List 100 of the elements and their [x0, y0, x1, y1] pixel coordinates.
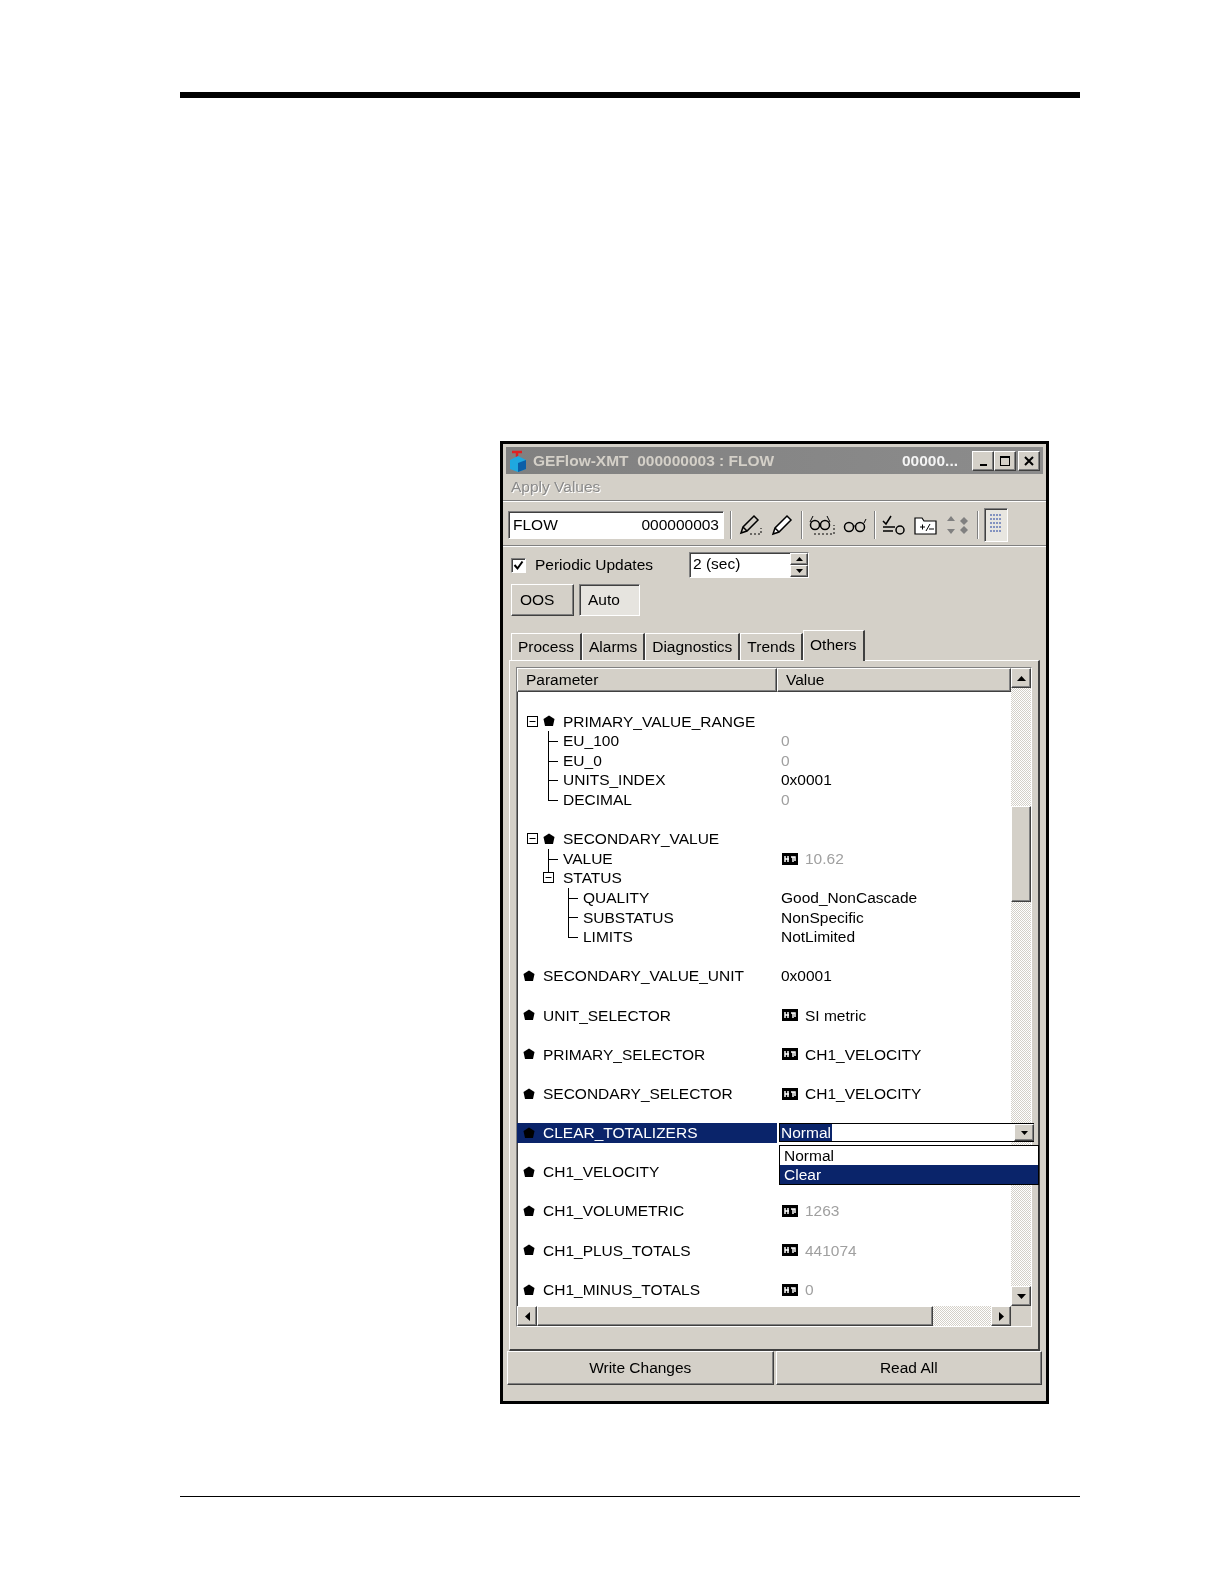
tree-row[interactable]: UNITS_INDEX: [517, 770, 777, 790]
list-view-button[interactable]: [984, 508, 1008, 542]
parameter-icon: [523, 1166, 535, 1179]
tree-row[interactable]: QUALITY: [517, 887, 777, 908]
scroll-right-button[interactable]: [991, 1306, 1011, 1326]
parameter-value: NotLimited: [781, 927, 856, 947]
tree-row[interactable]: CH1_VOLUMETRIC: [517, 1201, 777, 1222]
scroll-left-button[interactable]: [517, 1306, 537, 1326]
parameter-value: 0: [805, 1279, 814, 1300]
scroll-up-button[interactable]: [1011, 668, 1031, 688]
minimize-button[interactable]: [972, 450, 994, 471]
action-button[interactable]: Read All: [775, 1351, 1042, 1385]
close-button[interactable]: [1018, 450, 1040, 471]
tree-row[interactable]: DECIMAL: [517, 789, 777, 810]
tree-row[interactable]: SUBSTATUS: [517, 907, 777, 928]
parameter-name: EU_0: [563, 750, 602, 771]
pencil-icon[interactable]: [737, 513, 763, 537]
enum-tag-icon: [781, 1047, 799, 1062]
parameter-value: 0: [781, 731, 790, 751]
scroll-down-button[interactable]: [1011, 1286, 1031, 1306]
enum-tag-icon: [781, 1086, 799, 1101]
parameter-name: QUALITY: [583, 887, 650, 908]
parameter-icon: [523, 1087, 535, 1100]
parameter-value: 0x0001: [781, 966, 832, 986]
tab[interactable]: Trends: [740, 633, 804, 660]
parameter-name: CH1_VELOCITY: [543, 1162, 660, 1182]
parameter-icon: [523, 1048, 535, 1061]
parameter-name: LIMITS: [583, 927, 633, 947]
action-button[interactable]: Write Changes: [507, 1351, 774, 1385]
tree-row[interactable]: CLEAR_TOTALIZERS: [517, 1123, 777, 1143]
tree-row[interactable]: EU_0: [517, 750, 777, 771]
parameter-value: 0: [781, 789, 790, 810]
tree-row[interactable]: CH1_MINUS_TOTALS: [517, 1279, 777, 1300]
tree-row[interactable]: UNIT_SELECTOR: [517, 1005, 777, 1026]
enum-tag-icon: [781, 1243, 799, 1258]
down-arrow-icon: [795, 569, 803, 573]
collapse-icon[interactable]: [543, 872, 554, 884]
column-header[interactable]: Parameter: [517, 668, 777, 692]
parameter-value: CH1_VELOCITY: [805, 1044, 922, 1065]
parameter-name: SECONDARY_VALUE_UNIT: [543, 966, 744, 986]
tree-row[interactable]: PRIMARY_VALUE_RANGE: [517, 711, 777, 732]
parameter-value: 0: [781, 750, 790, 771]
tree-row[interactable]: CH1_VELOCITY: [517, 1162, 777, 1182]
tree-row[interactable]: SECONDARY_VALUE: [517, 829, 777, 849]
parameter-name: CLEAR_TOTALIZERS: [543, 1123, 698, 1143]
interval-field[interactable]: 2 (sec): [689, 552, 809, 578]
tab[interactable]: Others: [803, 630, 865, 661]
scroll-thumb[interactable]: [1011, 806, 1031, 902]
tree-row[interactable]: STATUS: [517, 868, 777, 888]
parameter-name: UNITS_INDEX: [563, 770, 666, 790]
tree-row[interactable]: PRIMARY_SELECTOR: [517, 1044, 777, 1065]
parameter-icon: [523, 1126, 535, 1139]
tree-row[interactable]: LIMITS: [517, 927, 777, 947]
parameter-value: 441074: [805, 1240, 857, 1261]
checkbox[interactable]: [511, 557, 526, 573]
collapse-icon[interactable]: [527, 715, 538, 727]
column-header[interactable]: Value: [777, 668, 1011, 692]
parameter-value: NonSpecific: [781, 907, 864, 928]
tab[interactable]: Diagnostics: [645, 633, 741, 660]
enum-tag-icon: [781, 851, 799, 866]
tree-row[interactable]: EU_100: [517, 731, 777, 751]
minimize-icon: [979, 463, 987, 466]
tree-row[interactable]: SECONDARY_VALUE_UNIT: [517, 966, 777, 986]
value-dropdown[interactable]: Normal: [779, 1123, 1034, 1143]
mode-button[interactable]: Auto: [579, 584, 640, 616]
parameter-name: CH1_MINUS_TOTALS: [543, 1279, 701, 1300]
collapse-icon[interactable]: [527, 833, 538, 845]
parameter-name: PRIMARY_VALUE_RANGE: [563, 711, 756, 732]
maximize-button[interactable]: [994, 450, 1016, 471]
parameter-icon: [543, 832, 555, 845]
scrollbar-corner: [1011, 1306, 1031, 1326]
tag-number: 000000003: [641, 516, 719, 534]
right-arrow-icon: [998, 1311, 1004, 1321]
parameter-name: STATUS: [563, 868, 622, 888]
caret-icon: [1020, 1130, 1028, 1135]
horizontal-scrollbar[interactable]: [517, 1306, 1011, 1326]
mode-button[interactable]: OOS: [511, 584, 574, 616]
tab[interactable]: Process: [511, 633, 582, 660]
parameter-name: VALUE: [563, 848, 613, 869]
checkbox-label: Periodic Updates: [535, 556, 654, 574]
scroll-thumb[interactable]: [537, 1306, 933, 1326]
tree-row[interactable]: VALUE: [517, 848, 777, 869]
parameter-name: SUBSTATUS: [583, 907, 674, 928]
tab[interactable]: Alarms: [582, 633, 646, 660]
checklist-icon[interactable]: [881, 513, 907, 537]
dropdown-option[interactable]: Clear: [780, 1165, 1038, 1185]
spin-up-button[interactable]: [790, 553, 808, 565]
glasses-icon[interactable]: [808, 513, 836, 537]
dropdown-button[interactable]: [1014, 1124, 1034, 1142]
parameter-icon: [523, 970, 535, 983]
tree-row[interactable]: SECONDARY_SELECTOR: [517, 1083, 777, 1104]
tag-name: FLOW: [513, 516, 558, 534]
pencil-icon[interactable]: [769, 513, 795, 537]
parameter-name: UNIT_SELECTOR: [543, 1005, 672, 1026]
maximize-icon: [1000, 455, 1010, 466]
tree-row[interactable]: CH1_PLUS_TOTALS: [517, 1240, 777, 1261]
vertical-scrollbar[interactable]: [1011, 668, 1031, 1306]
parameter-name: CH1_VOLUMETRIC: [543, 1201, 685, 1222]
spin-down-button[interactable]: [790, 565, 808, 577]
tag-field[interactable]: FLOW 000000003: [508, 511, 724, 539]
